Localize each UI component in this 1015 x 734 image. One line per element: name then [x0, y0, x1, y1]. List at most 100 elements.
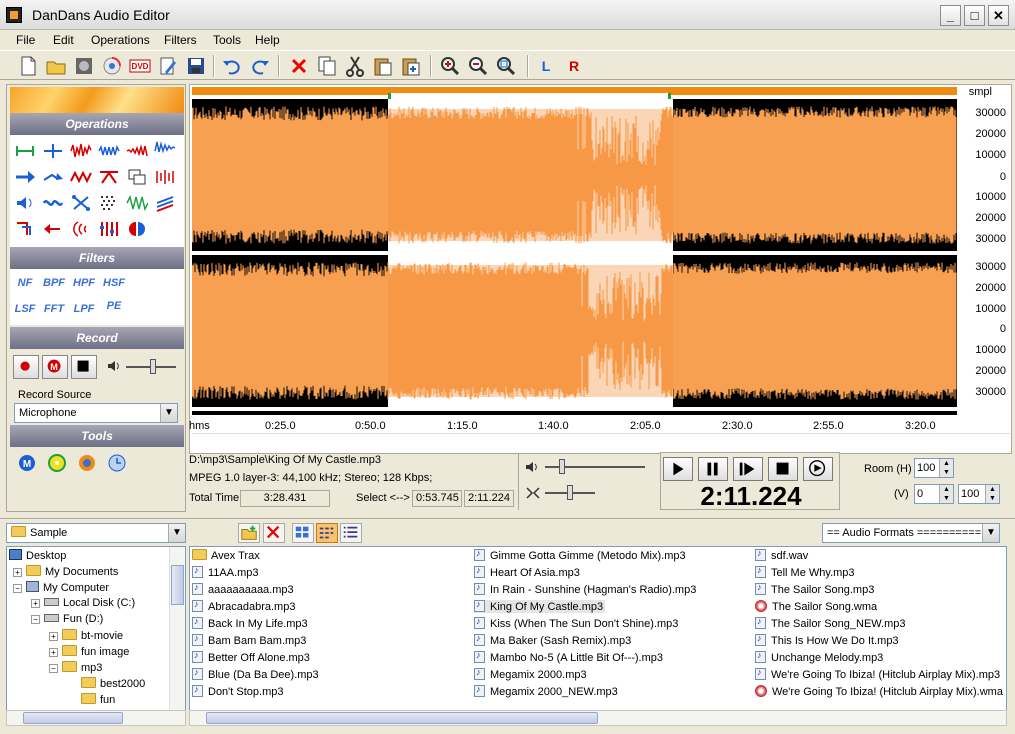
- left-channel-button[interactable]: L: [535, 56, 557, 76]
- tree-item-fun[interactable]: fun: [81, 693, 115, 706]
- record-stop-button[interactable]: [71, 355, 97, 379]
- chevron-down-icon[interactable]: ▼: [168, 524, 185, 542]
- maximize-button[interactable]: □: [964, 5, 985, 26]
- redo-icon[interactable]: [248, 54, 272, 78]
- record-button[interactable]: [13, 355, 39, 379]
- list-item[interactable]: Bam Bam Bam.mp3: [192, 633, 306, 647]
- chorus-icon[interactable]: [42, 193, 64, 213]
- menu-file[interactable]: File: [16, 33, 35, 47]
- dvd-icon[interactable]: DVD: [128, 54, 152, 78]
- record-mode-button[interactable]: M: [42, 355, 68, 379]
- tree-hscroll-thumb[interactable]: [23, 712, 123, 724]
- surround-icon[interactable]: [70, 219, 92, 239]
- fade-out-icon[interactable]: [154, 141, 176, 161]
- flanger-icon[interactable]: [70, 193, 92, 213]
- record-volume-thumb[interactable]: [150, 359, 156, 374]
- minimize-button[interactable]: _: [940, 5, 961, 26]
- list-item[interactable]: The Sailor Song_NEW.mp3: [755, 616, 906, 630]
- new-folder-icon[interactable]: [238, 523, 260, 543]
- large-icons-view-icon[interactable]: [292, 523, 314, 543]
- list-item[interactable]: We're Going To Ibiza! (Hitclub Airplay M…: [755, 685, 1003, 698]
- list-item[interactable]: In Rain - Sunshine (Hagman's Radio).mp3: [474, 582, 696, 596]
- room-h-spinner[interactable]: 100 ▲ ▼: [914, 458, 954, 478]
- playback-volume-thumb[interactable]: [559, 459, 565, 474]
- expand-icon[interactable]: +: [31, 599, 40, 608]
- tree-vscroll-thumb[interactable]: [171, 565, 184, 605]
- list-view-icon[interactable]: [316, 523, 338, 543]
- tree-item-best2000[interactable]: best2000: [81, 677, 145, 690]
- trim-icon[interactable]: [14, 141, 36, 161]
- open-cd-icon[interactable]: [72, 54, 96, 78]
- cd-burn-icon[interactable]: [100, 54, 124, 78]
- tree-item-my-computer[interactable]: − My Computer: [13, 581, 109, 594]
- delete-file-icon[interactable]: [263, 523, 285, 543]
- timeline[interactable]: hms 0:25.0 0:50.0 1:15.0 1:40.0 2:05.0 2…: [189, 416, 954, 436]
- tree-item-local-disk[interactable]: + Local Disk (C:): [31, 597, 135, 609]
- menu-edit[interactable]: Edit: [53, 33, 74, 47]
- filters-header[interactable]: Filters: [10, 247, 184, 269]
- list-item[interactable]: Unchange Melody.mp3: [755, 650, 883, 664]
- menu-help[interactable]: Help: [255, 33, 280, 47]
- spinner-arrows-icon[interactable]: ▲ ▼: [939, 485, 953, 503]
- echo-icon[interactable]: [42, 167, 64, 187]
- reverse-icon[interactable]: [70, 167, 92, 187]
- normalize-icon[interactable]: [98, 141, 120, 161]
- operations-header[interactable]: Operations: [10, 113, 184, 135]
- noise-icon[interactable]: [98, 193, 120, 213]
- record-source-select[interactable]: Microphone ▼: [14, 403, 178, 423]
- waveform-view[interactable]: smpl 30000 20000 10000 0 10000 20000 300…: [189, 84, 1012, 454]
- loop-play-button[interactable]: [803, 457, 833, 481]
- collapse-icon[interactable]: −: [31, 615, 40, 624]
- filter-bpf[interactable]: BPF: [43, 277, 65, 293]
- menu-filters[interactable]: Filters: [164, 33, 197, 47]
- pitch-icon[interactable]: [154, 193, 176, 213]
- filter-lsf[interactable]: LSF: [14, 303, 36, 319]
- channel-split-icon[interactable]: [126, 219, 148, 239]
- record-header[interactable]: Record: [10, 327, 184, 349]
- tree-item-my-documents[interactable]: + My Documents: [13, 565, 118, 578]
- filter-lpf[interactable]: LPF: [73, 303, 95, 319]
- chevron-down-icon[interactable]: ▼: [982, 524, 999, 542]
- list-item[interactable]: Back In My Life.mp3: [192, 616, 308, 630]
- list-item[interactable]: Tell Me Why.mp3: [755, 565, 855, 579]
- list-item[interactable]: Avex Trax: [192, 549, 260, 562]
- delay-icon[interactable]: [42, 219, 64, 239]
- list-item[interactable]: 11AA.mp3: [192, 565, 259, 579]
- balance-thumb[interactable]: [567, 485, 573, 500]
- expand-icon[interactable]: +: [49, 648, 58, 657]
- spinner-arrows-icon[interactable]: ▲ ▼: [939, 459, 953, 477]
- list-item[interactable]: Ma Baker (Sash Remix).mp3: [474, 633, 631, 647]
- vibrato-icon[interactable]: [126, 193, 149, 213]
- open-folder-icon[interactable]: [44, 54, 68, 78]
- tree-vscrollbar[interactable]: [169, 547, 185, 710]
- list-item[interactable]: Abracadabra.mp3: [192, 599, 295, 613]
- zoom-fit-icon[interactable]: [494, 54, 518, 78]
- list-item[interactable]: Megamix 2000_NEW.mp3: [474, 684, 618, 698]
- file-list-hscrollbar[interactable]: [189, 710, 1007, 726]
- list-item[interactable]: Gimme Gotta Gimme (Metodo Mix).mp3: [474, 548, 686, 562]
- list-item[interactable]: Blue (Da Ba Dee).mp3: [192, 667, 319, 681]
- list-item[interactable]: sdf.wav: [755, 548, 808, 562]
- tree-item-desktop[interactable]: Desktop: [9, 549, 66, 562]
- fade-in-icon[interactable]: [126, 141, 148, 161]
- tools-header[interactable]: Tools: [10, 425, 184, 447]
- stretch-icon[interactable]: [154, 167, 176, 187]
- left-channel-wave[interactable]: [192, 99, 957, 251]
- list-item[interactable]: Mambo No-5 (A Little Bit Of---).mp3: [474, 650, 663, 664]
- filter-fft[interactable]: FFT: [43, 303, 65, 319]
- burner-icon[interactable]: [76, 453, 98, 473]
- list-item[interactable]: Don't Stop.mp3: [192, 684, 283, 698]
- menu-operations[interactable]: Operations: [91, 33, 150, 47]
- speaker-effect-icon[interactable]: [14, 193, 36, 213]
- tree-item-fun-drive[interactable]: − Fun (D:): [31, 613, 103, 625]
- delete-icon[interactable]: [287, 54, 311, 78]
- list-item-selected[interactable]: King Of My Castle.mp3: [474, 599, 606, 613]
- collapse-icon[interactable]: −: [49, 664, 58, 673]
- insert-silence-icon[interactable]: [42, 141, 64, 161]
- list-item[interactable]: The Sailor Song.wma: [755, 600, 877, 613]
- tree-item-mp3[interactable]: − mp3: [49, 661, 102, 674]
- filter-nf[interactable]: NF: [14, 277, 36, 293]
- tree-hscrollbar[interactable]: [6, 710, 186, 726]
- list-item[interactable]: Better Off Alone.mp3: [192, 650, 310, 664]
- details-view-icon[interactable]: [340, 523, 362, 543]
